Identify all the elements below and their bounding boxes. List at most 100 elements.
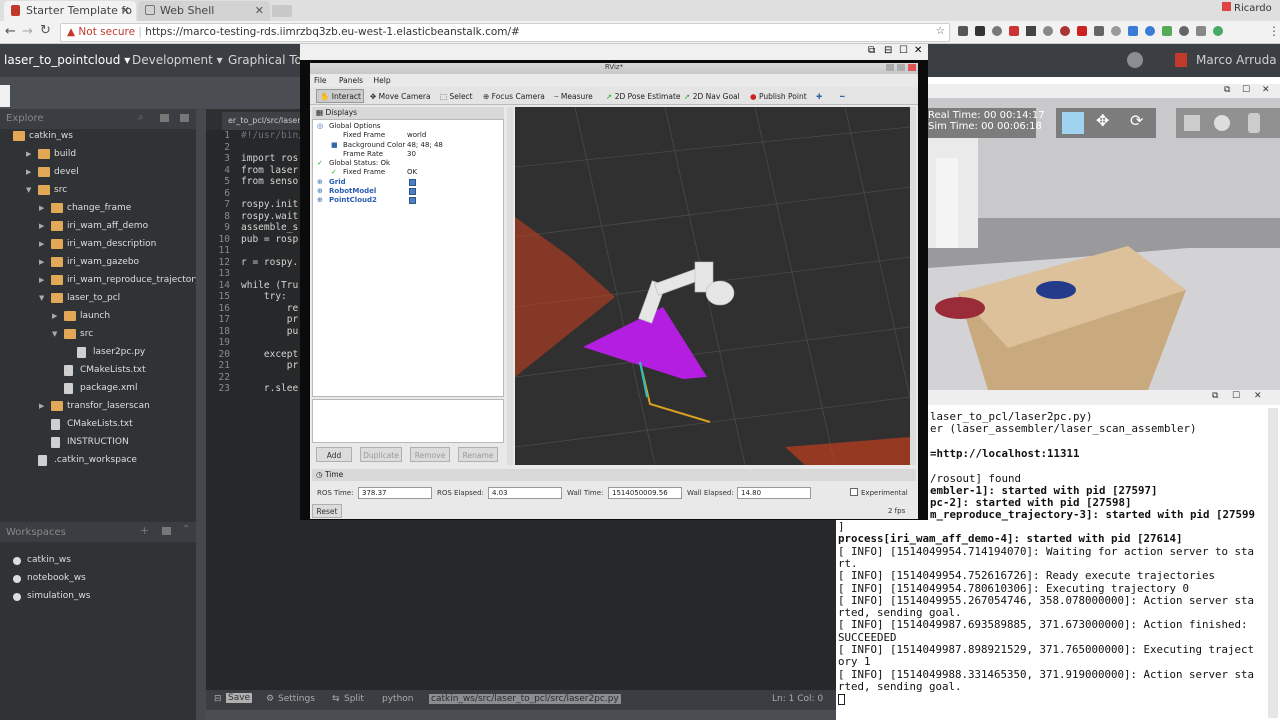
rotate-tool-icon[interactable]: ⟳ xyxy=(1130,111,1143,130)
save-button[interactable]: Save xyxy=(226,693,253,703)
add-icon[interactable]: + xyxy=(140,524,149,537)
splitter[interactable] xyxy=(196,109,206,720)
display-item[interactable]: ⊕ Grid xyxy=(313,178,503,187)
add-button[interactable]: Add xyxy=(316,447,352,462)
window-max-icon[interactable]: ☐ xyxy=(899,45,908,56)
chevron-down-icon[interactable]: ▼ xyxy=(52,330,57,338)
display-item[interactable]: ✓ Fixed Frame OK xyxy=(313,168,503,177)
panel-splitter[interactable] xyxy=(507,107,513,465)
archive-icon[interactable] xyxy=(162,527,171,535)
workspace-item[interactable]: notebook_ws xyxy=(0,571,196,589)
tree-item[interactable]: ▶ iri_wam_aff_demo xyxy=(0,219,196,237)
tree-item[interactable]: ▶ change_frame xyxy=(0,201,196,219)
close-tab-icon[interactable]: ✕ xyxy=(121,4,130,17)
tree-item[interactable]: ▼ src xyxy=(0,183,196,201)
chevron-down-icon[interactable]: ▼ xyxy=(26,186,31,194)
chevron-right-icon[interactable]: ▶ xyxy=(39,240,44,248)
bookmark-star-icon[interactable]: ☆ xyxy=(936,25,945,37)
displays-tree[interactable]: ◎ Global Options Fixed Frame world ■ Backgrou… xyxy=(312,119,504,397)
window-restore-icon[interactable]: ⧉ xyxy=(1224,85,1230,95)
back-icon[interactable]: ← xyxy=(5,24,16,39)
panel-splitter[interactable] xyxy=(910,107,916,465)
panels-menu[interactable]: Panels xyxy=(339,76,363,85)
display-item[interactable]: ⊕ PointCloud2 xyxy=(313,196,503,205)
chevron-right-icon[interactable]: ▶ xyxy=(39,222,44,230)
browser-tab-webshell[interactable]: Web Shell ✕ xyxy=(138,1,270,21)
rviz-scene[interactable] xyxy=(514,106,911,466)
enabled-checkbox[interactable] xyxy=(409,188,416,196)
tree-item[interactable]: package.xml xyxy=(0,381,196,399)
rviz-3d-view[interactable] xyxy=(514,106,911,466)
new-file-icon[interactable] xyxy=(180,114,189,122)
display-item[interactable]: Frame Rate 30 xyxy=(313,150,503,159)
extension-icon[interactable] xyxy=(992,26,1002,36)
window-close-icon[interactable]: ✕ xyxy=(1262,85,1270,95)
side-panel-toggle[interactable] xyxy=(0,85,10,107)
gazebo-panel[interactable]: ⧉ ☐ ✕ Real Time: 00 00:14:17 Sim Time: 0… xyxy=(928,84,1280,390)
display-item[interactable]: ⊕ RobotModel xyxy=(313,187,503,196)
tree-item[interactable]: CMakeLists.txt xyxy=(0,363,196,381)
extension-icon[interactable] xyxy=(1026,26,1036,36)
display-item[interactable]: Fixed Frame world xyxy=(313,131,503,140)
help-menu[interactable]: Help xyxy=(373,76,390,85)
tree-item[interactable]: ▶ iri_wam_reproduce_trajectory xyxy=(0,273,200,291)
box-shape-icon[interactable] xyxy=(1184,115,1200,131)
pose-estimate-tool[interactable]: ➚ 2D Pose Estimate xyxy=(606,92,681,101)
chevron-right-icon[interactable]: ▶ xyxy=(26,150,31,158)
display-item[interactable]: ■ Background Color 48; 48; 48 xyxy=(313,141,503,150)
terminal-scrollbar[interactable] xyxy=(1268,408,1278,718)
browser-tab-starter[interactable]: Starter Template fo ✕ xyxy=(4,1,136,21)
address-bar[interactable]: ▲ Not secure | https://marco-testing-rds… xyxy=(60,23,950,42)
chevron-down-icon[interactable]: ▼ xyxy=(39,294,44,302)
extension-icon[interactable] xyxy=(1128,26,1138,36)
extension-icon[interactable] xyxy=(1179,26,1189,36)
settings-button[interactable]: Settings xyxy=(278,694,315,704)
new-folder-icon[interactable] xyxy=(160,114,169,122)
workspace-item[interactable]: simulation_ws xyxy=(0,589,196,607)
window-min-icon[interactable] xyxy=(886,64,894,71)
new-tab-button[interactable] xyxy=(272,5,292,17)
extension-icon[interactable] xyxy=(1145,26,1155,36)
forward-icon[interactable]: → xyxy=(22,24,33,39)
focus-camera-tool[interactable]: ⊕ Focus Camera xyxy=(483,92,545,101)
move-camera-tool[interactable]: ✥ Move Camera xyxy=(370,92,431,101)
chevron-right-icon[interactable]: ▶ xyxy=(39,402,44,410)
window-max-icon[interactable]: ☐ xyxy=(1242,85,1250,95)
extension-icon[interactable] xyxy=(1213,26,1223,36)
chevron-right-icon[interactable]: ▶ xyxy=(52,312,57,320)
select-tool[interactable]: ⬚ Select xyxy=(440,92,473,101)
reset-button[interactable]: Reset xyxy=(312,504,342,518)
tree-item[interactable]: laser2pc.py xyxy=(0,345,196,363)
gazebo-scene[interactable] xyxy=(928,98,1280,390)
enabled-checkbox[interactable] xyxy=(409,197,416,205)
tree-item[interactable]: ▶ iri_wam_gazebo xyxy=(0,255,196,273)
reload-icon[interactable]: ↻ xyxy=(40,23,51,38)
window-restore-icon[interactable]: ⧉ xyxy=(1212,391,1218,401)
rename-button[interactable]: Rename xyxy=(458,447,498,462)
tree-item[interactable]: ▼ laser_to_pcl xyxy=(0,291,196,309)
experimental-checkbox[interactable] xyxy=(850,488,858,496)
user-menu[interactable]: Marco Arruda ▾ xyxy=(1196,53,1280,67)
file-menu[interactable]: File xyxy=(314,76,327,85)
interact-tool[interactable]: ✋ Interact xyxy=(320,92,361,101)
chevron-right-icon[interactable]: ▶ xyxy=(39,204,44,212)
tree-item[interactable]: ▶ iri_wam_description xyxy=(0,237,196,255)
enabled-checkbox[interactable] xyxy=(409,178,416,186)
split-button[interactable]: Split xyxy=(344,694,364,704)
extension-icon[interactable] xyxy=(1196,26,1206,36)
tree-item[interactable]: CMakeLists.txt xyxy=(0,417,196,435)
extension-icon[interactable] xyxy=(975,26,985,36)
language-selector[interactable]: python xyxy=(382,694,413,704)
window-close-icon[interactable]: ✕ xyxy=(914,45,922,56)
move-tool-icon[interactable]: ✥ xyxy=(1096,111,1109,130)
tree-item[interactable]: INSTRUCTION xyxy=(0,435,196,453)
profile-button[interactable]: Ricardo xyxy=(1222,2,1280,17)
tree-item[interactable]: ▼ src xyxy=(0,327,196,345)
display-item[interactable]: ✓ Global Status: Ok xyxy=(313,159,503,168)
tree-item[interactable]: ▶ build xyxy=(0,147,196,165)
nav-goal-tool[interactable]: ➚ 2D Nav Goal xyxy=(684,92,740,101)
sphere-shape-icon[interactable] xyxy=(1214,115,1230,131)
tree-item[interactable]: .catkin_workspace xyxy=(0,453,196,471)
clock-icon[interactable] xyxy=(1127,52,1143,68)
window-min-icon[interactable]: ⊟ xyxy=(884,45,892,56)
